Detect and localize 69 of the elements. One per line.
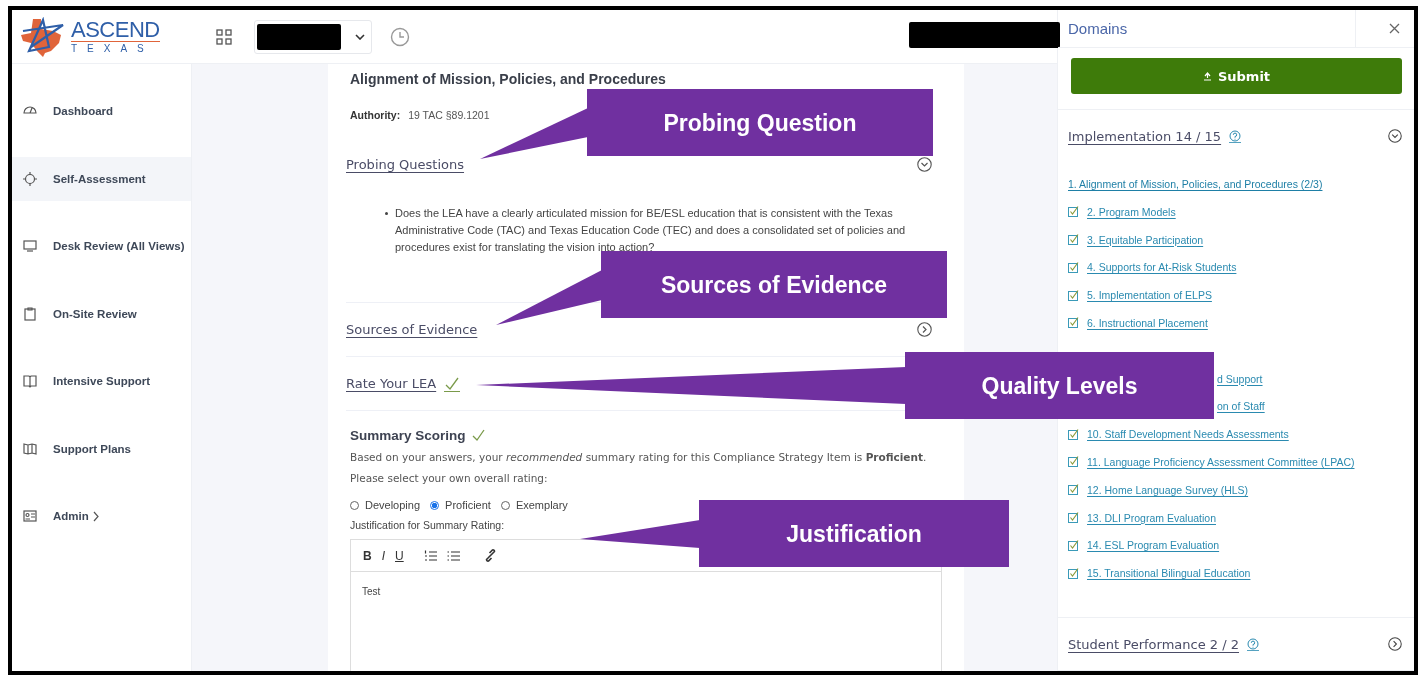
history-icon[interactable] — [390, 26, 410, 47]
item-link[interactable]: 10. Staff Development Needs Assessments — [1087, 428, 1289, 441]
map-icon — [23, 441, 37, 456]
help-icon[interactable] — [1229, 129, 1242, 143]
callout: Quality Levels — [476, 352, 1214, 419]
logo-icon — [19, 16, 65, 57]
sidebar-item[interactable]: Intensive Support — [12, 359, 191, 403]
sidebar-item[interactable]: Admin — [12, 494, 191, 538]
item-link[interactable]: 1. Alignment of Mission, Policies, and Procedures (2/3) — [1068, 177, 1323, 190]
format-button[interactable]: B — [363, 548, 372, 563]
authority-label: Authority: — [350, 109, 401, 121]
logo-tagline: TEXAS — [71, 41, 155, 55]
apps-grid-icon[interactable] — [216, 28, 232, 45]
item-link[interactable]: 4. Supports for At-Risk Students — [1087, 261, 1237, 274]
justification-field[interactable]: Test — [351, 572, 941, 671]
item-link[interactable]: d Support — [1217, 372, 1263, 385]
item-link[interactable]: 13. DLI Program Evaluation — [1087, 511, 1216, 524]
domain-link[interactable]: Student Performance 2 / 2 — [1068, 636, 1239, 652]
id-card-icon — [23, 509, 37, 523]
item-link[interactable]: on of Staff — [1217, 400, 1265, 413]
sidebar-item[interactable]: Support Plans — [12, 426, 191, 471]
expand-chevron-icon[interactable] — [917, 156, 932, 172]
upload-icon — [1202, 71, 1212, 81]
format-button[interactable]: U — [395, 548, 404, 563]
chevron-down-icon — [355, 33, 365, 40]
item-link[interactable]: 3. Equitable Participation — [1087, 233, 1204, 246]
domain-link[interactable]: Implementation 14 / 15 — [1068, 128, 1222, 144]
item-link[interactable]: 2. Program Models — [1087, 205, 1176, 218]
logo-name: ASCEND — [71, 18, 160, 42]
bullet-list-icon[interactable] — [446, 549, 460, 562]
section-link[interactable]: Rate Your LEA — [346, 376, 437, 391]
item-link[interactable]: 5. Implementation of ELPS — [1087, 289, 1212, 302]
expand-chevron-icon[interactable] — [1388, 129, 1402, 144]
collapse-chevron-icon[interactable] — [1388, 637, 1402, 651]
page-title: Alignment of Mission, Policies, and Procedures — [350, 71, 667, 88]
submit-button[interactable]: Submit — [1071, 58, 1402, 95]
monitor-icon — [23, 239, 37, 253]
recommendation-text: Based on your answers, your recommended summary rating for this Compliance Strategy Item is Proficient. Please select your own overall rating: — [350, 450, 928, 486]
select-dropdown[interactable] — [254, 19, 372, 54]
radio-option[interactable]: Proficient — [430, 499, 491, 511]
probing-question-text: Does the LEA have a clearly articulated mission for BE/ESL education that is consistent with the Texas Administrative Code (TAC) and Texas Education Code (TEC) and does a consolidated set of policies and procedures exist for translating the vision into action? — [395, 207, 906, 253]
bullet-dot — [385, 212, 388, 215]
radio-option[interactable]: Exemplary — [500, 499, 568, 511]
item-link[interactable]: 14. ESL Program Evaluation — [1087, 539, 1220, 552]
format-button[interactable]: I — [381, 548, 385, 563]
sidebar-item[interactable]: Self-Assessment — [12, 156, 191, 201]
section-link[interactable]: Probing Questions — [346, 156, 465, 172]
item-link[interactable]: 6. Instructional Placement — [1087, 316, 1208, 329]
book-icon — [23, 374, 37, 388]
panel-title: Domains — [1068, 20, 1128, 37]
item-link[interactable]: 15. Transitional Bilingual Education — [1087, 567, 1251, 580]
radio-option[interactable]: Developing — [350, 499, 421, 511]
help-icon[interactable] — [1247, 637, 1259, 651]
sidebar-item[interactable]: Dashboard — [12, 89, 191, 133]
sidebar-item[interactable]: Desk Review (All Views) — [12, 224, 191, 268]
collapse-chevron-icon[interactable] — [917, 322, 932, 337]
section-heading: Summary Scoring — [350, 428, 466, 443]
close-icon[interactable] — [1389, 23, 1400, 34]
callout: Justification — [580, 500, 1009, 567]
section-link[interactable]: Sources of Evidence — [346, 322, 478, 337]
clipboard-icon — [23, 306, 37, 321]
authority-value: 19 TAC §89.1201 — [408, 109, 490, 121]
numbered-list-icon[interactable] — [423, 549, 437, 562]
item-link[interactable]: 12. Home Language Survey (HLS) — [1087, 483, 1249, 496]
field-label: Justification for Summary Rating: — [350, 519, 506, 531]
sidebar-item[interactable]: On-Site Review — [12, 291, 191, 336]
target-icon — [23, 171, 37, 186]
link-icon[interactable] — [483, 549, 497, 562]
item-link[interactable]: 11. Language Proficiency Assessment Committee (LPAC) — [1087, 455, 1355, 468]
